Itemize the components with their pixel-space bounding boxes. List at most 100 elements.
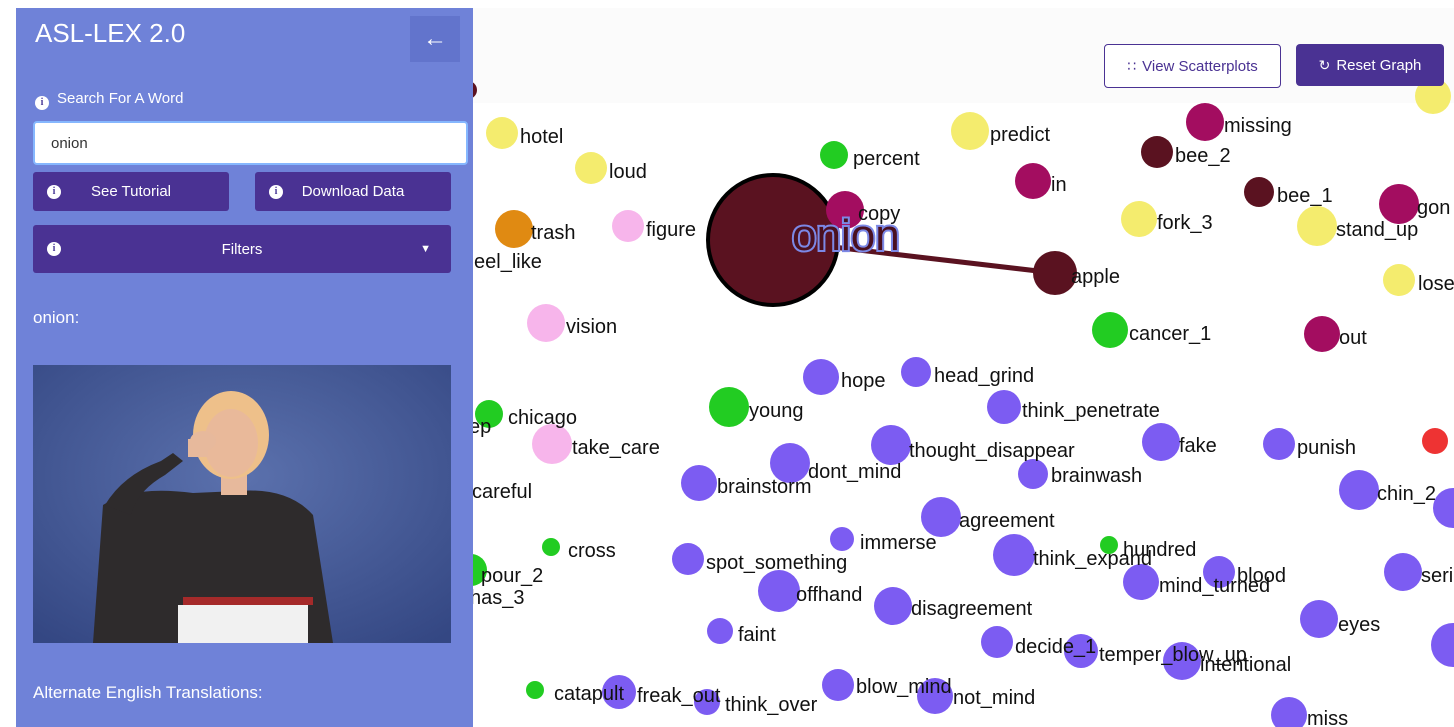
graph-node-label: seri	[1421, 565, 1453, 587]
graph-node-label: catapult	[554, 683, 624, 705]
graph-node-cross[interactable]	[542, 538, 560, 556]
graph-node-loud[interactable]	[575, 152, 607, 184]
graph-node-chin-2[interactable]	[1339, 470, 1379, 510]
graph-node-label: cancer_1	[1129, 323, 1211, 345]
graph-node-label: blow_mind	[856, 676, 952, 698]
graph-node-disagreement[interactable]	[874, 587, 912, 625]
graph-node-percent[interactable]	[820, 141, 848, 169]
graph-node-fork-3[interactable]	[1121, 201, 1157, 237]
graph-node-label: eyes	[1338, 614, 1380, 636]
info-icon: i	[47, 184, 61, 199]
graph-node-out[interactable]	[1304, 316, 1340, 352]
see-tutorial-button[interactable]: i See Tutorial	[33, 172, 229, 211]
graph-node-partial[interactable]	[1422, 428, 1448, 454]
graph-node-decide-1[interactable]	[981, 626, 1013, 658]
graph-node-label: brainstorm	[717, 476, 811, 498]
graph-node-hotel[interactable]	[486, 117, 518, 149]
graph-node-in[interactable]	[1015, 163, 1051, 199]
graph-node-partial[interactable]	[1431, 623, 1454, 667]
graph-node-label: disagreement	[911, 598, 1033, 620]
graph-node-figure[interactable]	[612, 210, 644, 242]
graph-node-label: offhand	[796, 584, 862, 606]
graph-node-label: hotel	[520, 126, 563, 148]
graph-node-lose[interactable]	[1383, 264, 1415, 296]
graph-node-label: chin_2	[1377, 483, 1436, 505]
graph-node-label: faint	[738, 624, 776, 646]
graph-node-cancer-1[interactable]	[1092, 312, 1128, 348]
graph-node-spot-something[interactable]	[672, 543, 704, 575]
graph-node-hope[interactable]	[803, 359, 839, 395]
graph-node-think-expand[interactable]	[993, 534, 1035, 576]
graph-node-gon[interactable]	[1379, 184, 1419, 224]
graph-node-label: freak_out	[637, 685, 721, 707]
graph-node-label: predict	[990, 124, 1050, 146]
graph-node-label: young	[749, 400, 804, 422]
graph-node-miss[interactable]	[1271, 697, 1307, 727]
graph-node-fake[interactable]	[1142, 423, 1180, 461]
graph-node-label: intentional	[1200, 654, 1291, 676]
reset-graph-label: Reset Graph	[1336, 56, 1422, 74]
graph-node-catapult[interactable]	[526, 681, 544, 699]
caret-down-icon: ▼	[420, 243, 431, 255]
graph-node-head-grind[interactable]	[901, 357, 931, 387]
graph-node-vision[interactable]	[527, 304, 565, 342]
graph-node-stand-up[interactable]	[1297, 206, 1337, 246]
graph-node-label: spot_something	[706, 552, 847, 574]
graph-node-eyes[interactable]	[1300, 600, 1338, 638]
view-scatterplots-button[interactable]: ∷ View Scatterplots	[1104, 44, 1281, 88]
reset-graph-button[interactable]: ↻ Reset Graph	[1296, 44, 1444, 86]
graph-node-label: punish	[1297, 437, 1356, 459]
graph-node-label: fork_3	[1157, 212, 1213, 234]
collapse-sidebar-button[interactable]: ←	[410, 16, 460, 62]
filters-dropdown[interactable]: i Filters ▼	[33, 225, 451, 273]
graph-node-think-penetrate[interactable]	[987, 390, 1021, 424]
graph-node-missing[interactable]	[1186, 103, 1224, 141]
graph-node-label: ep	[473, 416, 491, 438]
info-icon: i	[269, 184, 283, 199]
graph-node-label: take_care	[572, 437, 660, 459]
graph-node-label: chicago	[508, 407, 577, 429]
graph-node-label: immerse	[860, 532, 937, 554]
arrow-left-icon: ←	[423, 25, 447, 52]
graph-node-seri[interactable]	[1384, 553, 1422, 591]
graph-node-label: trash	[531, 222, 575, 244]
selected-word-heading: onion:	[33, 308, 80, 327]
graph-node-label: stand_up	[1336, 219, 1418, 241]
graph-node-punish[interactable]	[1263, 428, 1295, 460]
graph-node-faint[interactable]	[707, 618, 733, 644]
graph-node-brainwash[interactable]	[1018, 459, 1048, 489]
graph-node-label: eel_like	[474, 251, 542, 273]
alternate-translations-label: Alternate English Translations:	[33, 683, 263, 702]
download-data-button[interactable]: i Download Data	[255, 172, 451, 211]
graph-node-label: dont_mind	[808, 461, 901, 483]
app-title: ASL-LEX 2.0	[35, 18, 186, 48]
graph-node-label: loud	[609, 161, 647, 183]
sign-video[interactable]	[33, 365, 451, 643]
graph-node-thought-disappear[interactable]	[871, 425, 911, 465]
graph-node-offhand[interactable]	[758, 570, 800, 612]
graph-node-label: hope	[841, 370, 886, 392]
graph-node-label: gon	[1417, 197, 1450, 219]
graph-node-label: head_grind	[934, 365, 1034, 387]
search-input[interactable]	[33, 121, 468, 165]
network-graph[interactable]: hotel loud percent predict missing bee_2in bee…	[473, 8, 1454, 727]
graph-node-take-care[interactable]	[532, 424, 572, 464]
graph-node-immerse[interactable]	[830, 527, 854, 551]
graph-node-partial[interactable]	[1433, 488, 1454, 528]
graph-node-label: thought_disappear	[909, 440, 1075, 462]
graph-node-label: think_over	[725, 694, 818, 716]
graph-node-predict[interactable]	[951, 112, 989, 150]
graph-node-brainstorm[interactable]	[681, 465, 717, 501]
graph-node-label: out	[1339, 327, 1367, 349]
graph-node-label: not_mind	[953, 687, 1035, 709]
graph-node-young[interactable]	[709, 387, 749, 427]
graph-node-bee-1[interactable]	[1244, 177, 1274, 207]
graph-node-label: think_penetrate	[1022, 400, 1160, 422]
graph-node-agreement[interactable]	[921, 497, 961, 537]
graph-node-bee-2[interactable]	[1141, 136, 1173, 168]
graph-node-blow-mind[interactable]	[822, 669, 854, 701]
graph-node-label: figure	[646, 219, 696, 241]
graph-node-trash[interactable]	[495, 210, 533, 248]
graph-node-label: miss	[1307, 708, 1348, 727]
graph-node-label: lose	[1418, 273, 1454, 295]
